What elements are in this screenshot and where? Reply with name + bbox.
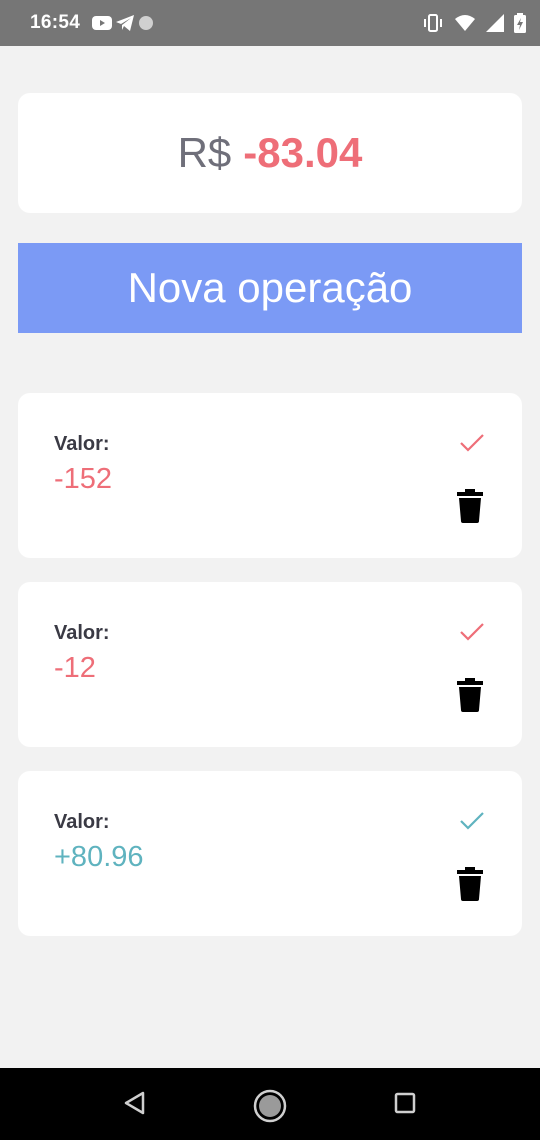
operation-value-label: Valor: [54,433,110,455]
balance-card: R$ -83.04 [18,93,522,213]
status-time: 16:54 [30,12,81,33]
back-icon[interactable] [121,1088,149,1118]
trash-icon[interactable] [456,678,484,712]
trash-icon[interactable] [456,489,484,523]
notification-icons [92,15,154,31]
check-icon[interactable] [458,620,486,644]
battery-charging-icon [514,13,526,33]
youtube-icon [92,16,113,30]
operation-value: -12 [54,652,96,684]
balance-currency: R$ [177,129,232,176]
system-icons [422,13,526,33]
operation-value-label: Valor: [54,811,110,833]
operation-value: -152 [54,463,113,495]
balance-amount: -83.04 [243,129,363,176]
operation-value-label: Valor: [54,622,110,644]
status-bar: 16:54 [0,0,540,46]
circle-notification-icon [138,15,154,31]
navigation-bar [0,1068,540,1140]
operation-card: Valor: -12 [18,582,522,747]
recents-icon[interactable] [392,1088,418,1118]
operation-value: +80.96 [54,841,144,873]
vibrate-icon [422,14,444,32]
check-icon[interactable] [458,809,486,833]
signal-icon [486,14,504,32]
operation-card: Valor: -152 [18,393,522,558]
operation-card: Valor: +80.96 [18,771,522,936]
telegram-icon [116,15,135,31]
wifi-icon [454,14,476,32]
trash-icon[interactable] [456,867,484,901]
home-icon[interactable] [252,1088,288,1124]
new-operation-button[interactable]: Nova operação [18,243,522,333]
check-icon[interactable] [458,431,486,455]
